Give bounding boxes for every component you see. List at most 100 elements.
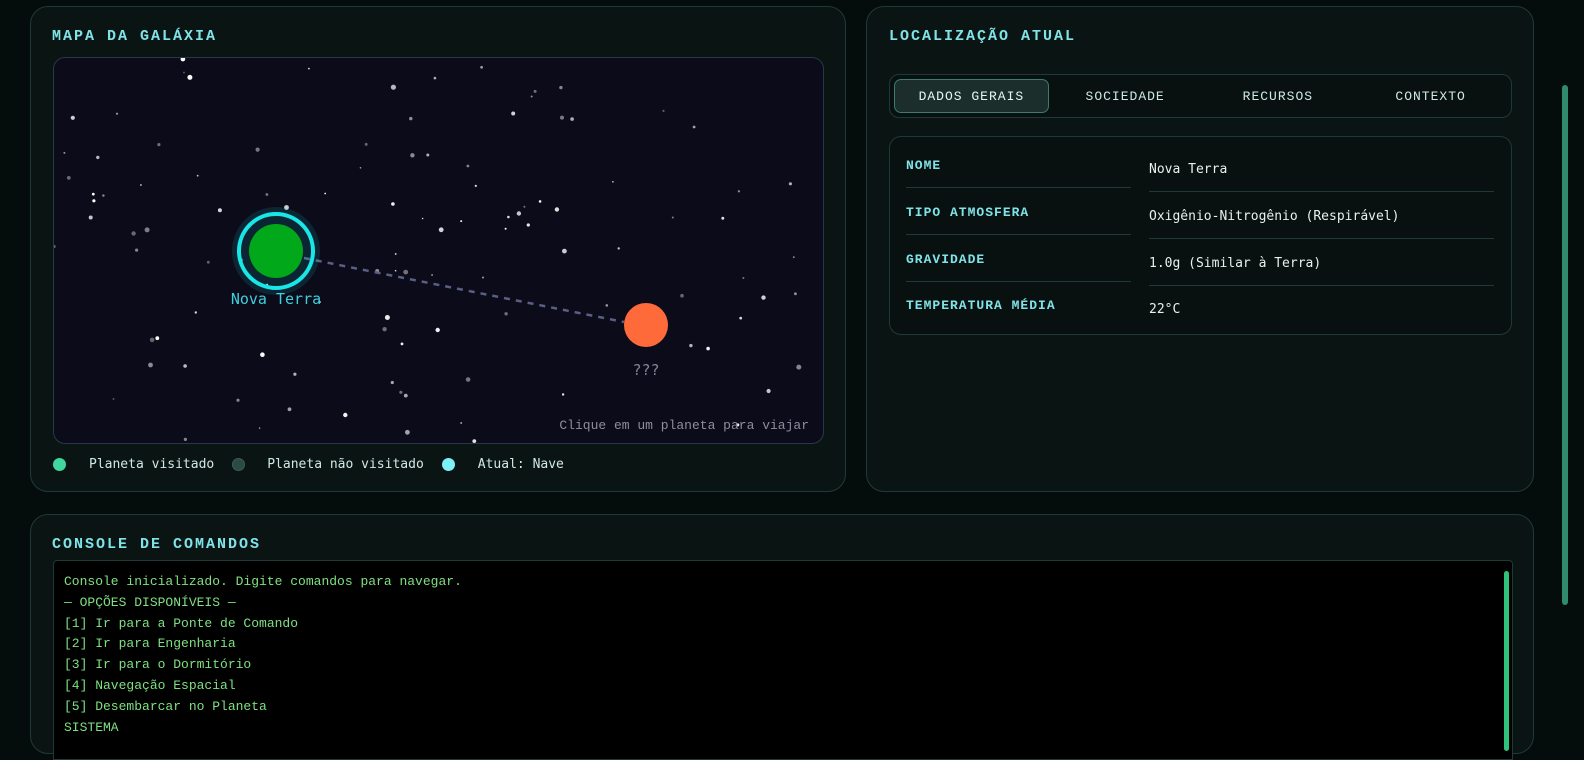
- tab-recursos[interactable]: RECURSOS: [1202, 79, 1355, 113]
- info-key: TEMPERATURA MÉDIA: [906, 298, 1056, 313]
- map-hint-text: Clique em um planeta para viajar: [559, 418, 809, 433]
- star: [139, 184, 142, 186]
- star: [460, 422, 463, 424]
- star: [131, 231, 136, 236]
- star: [364, 142, 368, 146]
- legend-visited-dot: [53, 458, 66, 471]
- star: [112, 398, 115, 400]
- star: [559, 85, 563, 90]
- legend-unvisited-label: Planeta não visitado: [267, 457, 424, 472]
- star: [761, 295, 766, 300]
- galaxy-map-canvas[interactable]: Nova Terra ??? Clique em um planeta para…: [54, 58, 824, 444]
- console-line: [5] Desembarcar no Planeta: [64, 698, 267, 714]
- star: [236, 398, 240, 402]
- star: [187, 74, 193, 80]
- console-scrollbar[interactable]: [1504, 571, 1509, 751]
- star: [482, 276, 484, 279]
- star: [794, 292, 797, 296]
- star: [560, 115, 564, 120]
- location-tabs: DADOS GERAIS SOCIEDADE RECURSOS CONTEXTO: [889, 74, 1512, 118]
- star: [54, 244, 56, 249]
- console-line: SISTEMA: [64, 719, 119, 735]
- planet-nova-terra-body[interactable]: [249, 224, 303, 278]
- planet-unknown-body[interactable]: [624, 303, 668, 347]
- star: [70, 115, 75, 120]
- star: [260, 352, 265, 358]
- location-info-table: NOME Nova Terra TIPO ATMOSFERA Oxigênio-…: [889, 136, 1512, 335]
- star: [155, 336, 160, 341]
- star: [460, 220, 463, 223]
- star: [183, 364, 187, 368]
- star: [400, 342, 404, 346]
- star-field: [54, 58, 802, 443]
- star: [612, 180, 614, 183]
- star: [788, 182, 793, 186]
- legend-current-dot: [441, 458, 455, 471]
- planet-unknown[interactable]: ???: [624, 303, 668, 379]
- star: [183, 437, 187, 441]
- star: [88, 215, 93, 220]
- page-scrollbar[interactable]: [1562, 85, 1568, 605]
- star: [410, 153, 415, 158]
- star: [554, 207, 560, 212]
- star: [689, 343, 693, 348]
- star: [217, 208, 222, 213]
- travel-route-line: [303, 256, 625, 324]
- info-row-gravidade: GRAVIDADE 1.0g (Similar à Terra): [890, 252, 1511, 292]
- info-value: Nova Terra: [1149, 162, 1494, 192]
- info-value: 22°C: [1149, 302, 1181, 317]
- star: [293, 372, 297, 376]
- star: [287, 407, 292, 412]
- location-panel: LOCALIZAÇÃO ATUAL DADOS GERAIS SOCIEDADE…: [866, 6, 1534, 492]
- star: [742, 277, 745, 279]
- map-legend: Planeta visitado Planeta não visitado At…: [53, 457, 582, 472]
- console-output[interactable]: Console inicializado. Digite comandos pa…: [53, 560, 1513, 760]
- star: [183, 71, 185, 74]
- star: [180, 58, 186, 62]
- legend-visited-label: Planeta visitado: [89, 457, 215, 472]
- star: [662, 109, 665, 112]
- star: [144, 227, 150, 233]
- star: [692, 125, 696, 129]
- planet-nova-terra[interactable]: Nova Terra: [231, 207, 321, 308]
- star: [91, 192, 95, 196]
- star: [706, 346, 710, 351]
- star: [739, 316, 743, 320]
- star: [390, 380, 394, 385]
- star: [405, 429, 410, 435]
- star: [258, 427, 261, 429]
- star: [507, 215, 510, 219]
- star: [343, 412, 348, 418]
- tab-sociedade[interactable]: SOCIEDADE: [1049, 79, 1202, 113]
- console-line: Console inicializado. Digite comandos pa…: [64, 574, 462, 589]
- info-value: 1.0g (Similar à Terra): [1149, 256, 1494, 286]
- star: [438, 227, 444, 233]
- star: [255, 147, 260, 152]
- info-row-nome: NOME Nova Terra: [890, 158, 1511, 198]
- star: [526, 223, 530, 227]
- galaxy-map[interactable]: Nova Terra ??? Clique em um planeta para…: [53, 57, 824, 444]
- star: [472, 439, 477, 443]
- star: [96, 155, 100, 160]
- star: [433, 76, 437, 80]
- star: [196, 174, 199, 177]
- star: [530, 95, 533, 98]
- star: [92, 199, 96, 203]
- star: [435, 327, 440, 333]
- star: [265, 193, 269, 196]
- console-line: [3] Ir para o Dormitório: [64, 657, 252, 673]
- star: [391, 202, 395, 206]
- tab-contexto[interactable]: CONTEXTO: [1354, 79, 1507, 113]
- star: [737, 190, 741, 193]
- star: [308, 67, 310, 70]
- star: [570, 117, 574, 121]
- star: [359, 167, 362, 169]
- star: [605, 304, 609, 307]
- console-line: [2] Ir para Engenharia: [64, 636, 236, 652]
- star: [516, 211, 522, 216]
- console-line: — OPÇÕES DISPONÍVEIS —: [64, 594, 236, 610]
- info-row-temperatura: TEMPERATURA MÉDIA 22°C: [890, 298, 1511, 338]
- star: [561, 393, 565, 396]
- tab-dados-gerais[interactable]: DADOS GERAIS: [894, 79, 1049, 113]
- star: [511, 111, 516, 116]
